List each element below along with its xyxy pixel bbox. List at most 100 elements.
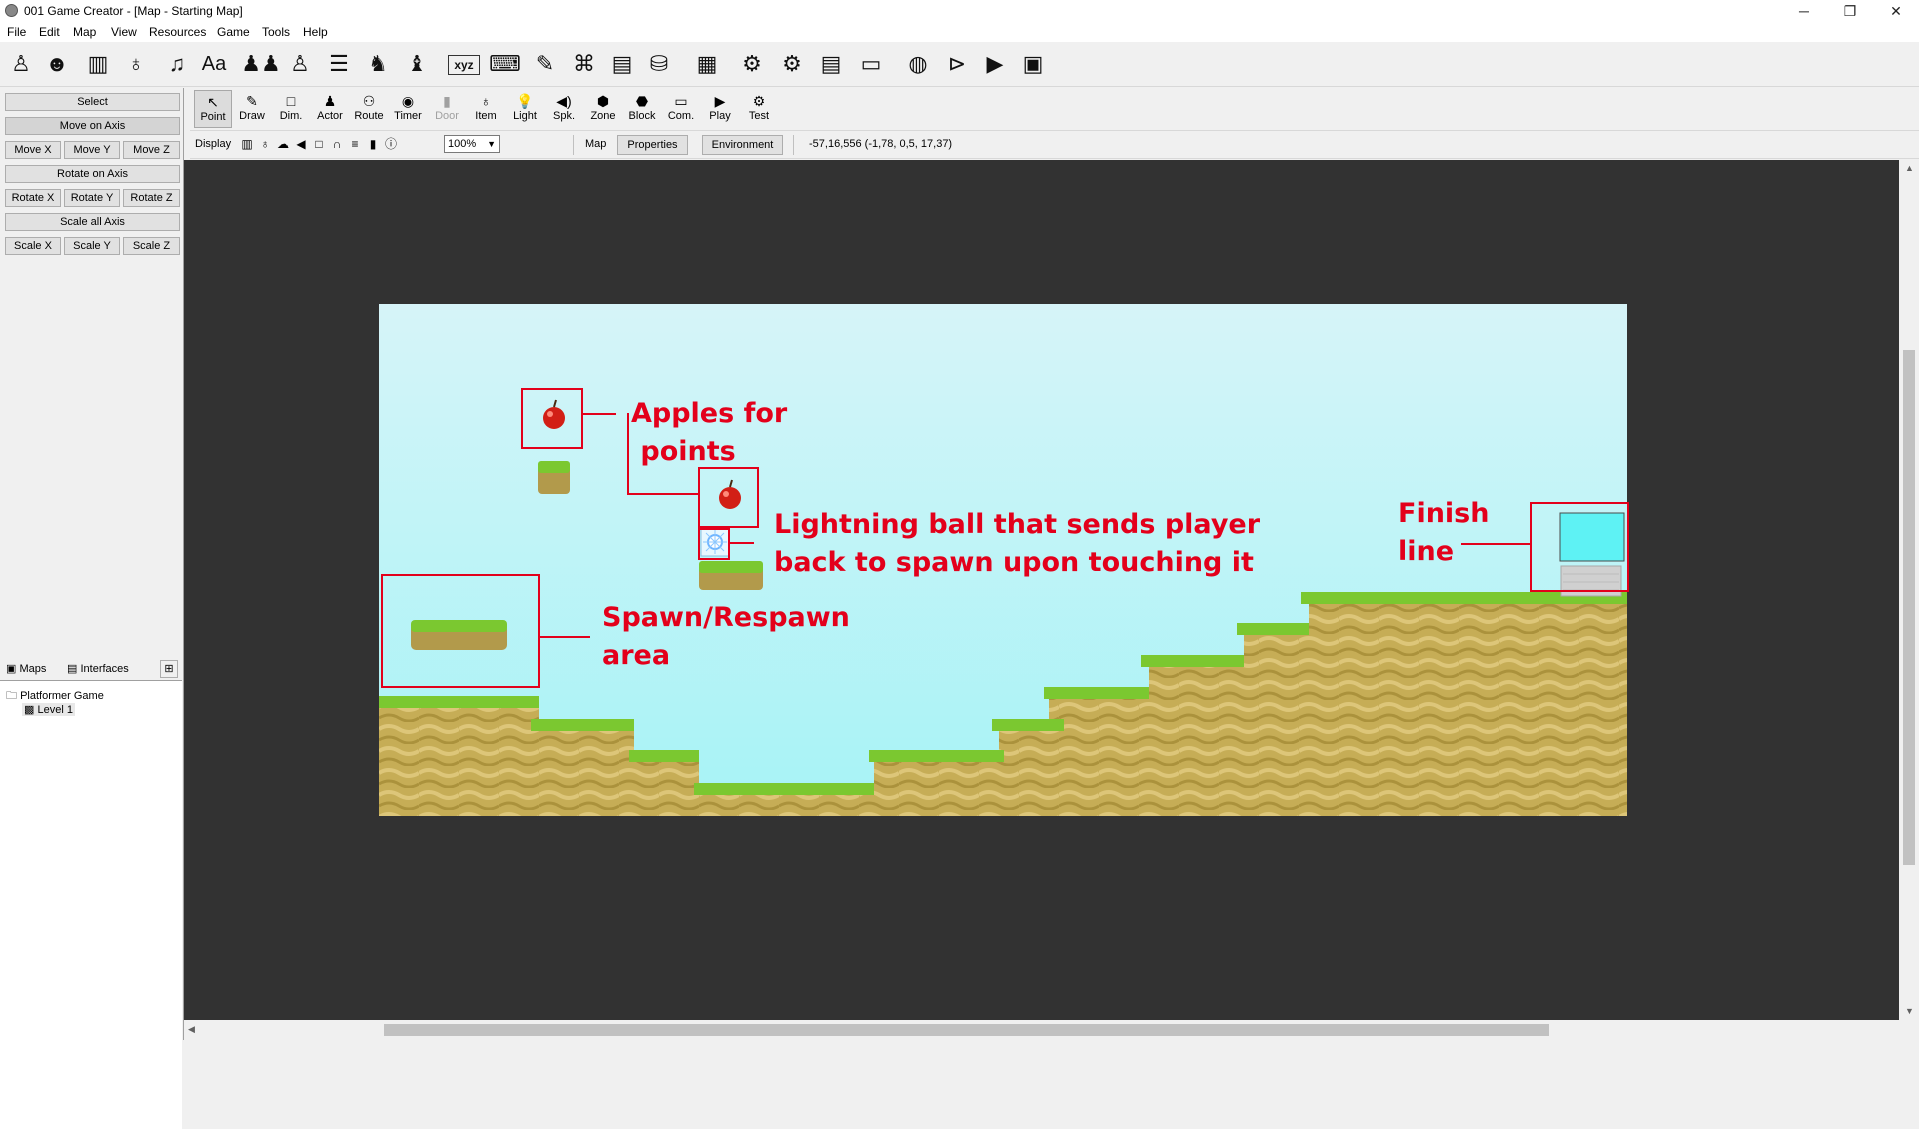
document-icon[interactable]: ▦ xyxy=(692,47,722,81)
play-media-icon[interactable]: ⊳ xyxy=(942,47,972,81)
tool-block[interactable]: ⬣ Block xyxy=(623,90,661,128)
arch-icon[interactable]: ∩ xyxy=(329,136,345,152)
sound-icon[interactable]: ◀ xyxy=(293,136,309,152)
tool-point[interactable]: ↖ Point xyxy=(194,90,232,128)
rotate-x-button[interactable]: Rotate X xyxy=(5,189,61,207)
map-viewport[interactable]: Apples for points Lightning ball that se… xyxy=(184,160,1899,1020)
menu-edit[interactable]: Edit xyxy=(39,25,60,39)
tab-maps[interactable]: ▣ Maps xyxy=(6,660,46,678)
menu-resources[interactable]: Resources xyxy=(149,25,206,39)
map-label: Map xyxy=(585,138,607,150)
tool-zone[interactable]: ⬢ Zone xyxy=(584,90,622,128)
actor-icon[interactable]: ♙ xyxy=(6,47,36,81)
tool-test[interactable]: ⚙ Test xyxy=(740,90,778,128)
rotate-y-button[interactable]: Rotate Y xyxy=(64,189,120,207)
textbox-icon[interactable]: ▭ xyxy=(856,47,886,81)
tool-draw[interactable]: ✎ Draw xyxy=(233,90,271,128)
tool-light[interactable]: 💡 Light xyxy=(506,90,544,128)
tool-timer[interactable]: ◉ Timer xyxy=(389,90,427,128)
route-icon: ⚇ xyxy=(362,93,376,109)
grid-icon[interactable]: □ xyxy=(311,136,327,152)
close-icon[interactable]: ✕ xyxy=(1873,0,1919,22)
transform-panel: Select Move on Axis Move X Move Y Move Z… xyxy=(0,88,184,1129)
menu-map[interactable]: Map xyxy=(73,25,96,39)
cloud-icon[interactable]: ☁ xyxy=(275,136,291,152)
drive-icon[interactable]: ▤ xyxy=(607,47,637,81)
export-icon[interactable]: ▶ xyxy=(980,47,1010,81)
move-x-button[interactable]: Move X xyxy=(5,141,61,159)
restore-icon[interactable]: ❐ xyxy=(1827,0,1873,22)
rotate-z-button[interactable]: Rotate Z xyxy=(123,189,180,207)
layers-icon[interactable]: ≡ xyxy=(347,136,363,152)
scale-z-button[interactable]: Scale Z xyxy=(123,237,180,255)
annotation-line xyxy=(540,636,590,638)
globe-icon[interactable]: ◍ xyxy=(903,47,933,81)
scale-y-button[interactable]: Scale Y xyxy=(64,237,120,255)
tree-item-label: Level 1 xyxy=(37,704,73,716)
block-icon: ⬣ xyxy=(635,93,649,109)
cylinder-icon[interactable]: ▮ xyxy=(365,136,381,152)
move-y-button[interactable]: Move Y xyxy=(64,141,120,159)
tool-comment[interactable]: ▭ Com. xyxy=(662,90,700,128)
select-button[interactable]: Select xyxy=(5,93,180,111)
scale-x-button[interactable]: Scale X xyxy=(5,237,61,255)
tool-route[interactable]: ⚇ Route xyxy=(350,90,388,128)
character-icon[interactable]: ☻ xyxy=(42,47,72,81)
door-icon[interactable]: ▥ xyxy=(83,47,113,81)
film-icon[interactable]: ▥ xyxy=(239,136,255,152)
font-icon[interactable]: Aa xyxy=(199,47,229,81)
tool-speaker[interactable]: ◀) Spk. xyxy=(545,90,583,128)
minimize-icon[interactable]: ─ xyxy=(1781,0,1827,22)
actor-icon: ♟ xyxy=(323,93,337,109)
tool-actor[interactable]: ♟ Actor xyxy=(311,90,349,128)
menu-help[interactable]: Help xyxy=(303,25,328,39)
menu-view[interactable]: View xyxy=(111,25,137,39)
party-icon[interactable]: ♟♟ xyxy=(241,47,280,81)
menu-game[interactable]: Game xyxy=(217,25,250,39)
vertical-scrollbar[interactable]: ▲ ▼ xyxy=(1899,160,1919,1020)
group-icon[interactable]: ♝ xyxy=(402,47,432,81)
settings-gear-icon[interactable]: ⚙ xyxy=(737,47,767,81)
monster-icon[interactable]: ♞ xyxy=(363,47,393,81)
rotate-on-axis-button[interactable]: Rotate on Axis xyxy=(5,165,180,183)
tool-item[interactable]: ♁ Item xyxy=(467,90,505,128)
move-on-axis-button[interactable]: Move on Axis xyxy=(5,117,180,135)
chevron-down-icon: ▼ xyxy=(487,139,496,149)
test-icon: ⚙ xyxy=(752,93,766,109)
tab-interfaces[interactable]: ▤ Interfaces xyxy=(67,660,129,678)
properties-button[interactable]: Properties xyxy=(617,135,688,155)
scale-all-axis-button[interactable]: Scale all Axis xyxy=(5,213,180,231)
vertical-scroll-thumb[interactable] xyxy=(1903,350,1915,865)
save-icon[interactable]: ▣ xyxy=(1018,47,1048,81)
item-bag-icon[interactable]: ♁ xyxy=(121,47,151,81)
device-icon[interactable]: ⌨ xyxy=(489,47,521,81)
move-z-button[interactable]: Move Z xyxy=(123,141,180,159)
menu-bar: File Edit Map View Resources Game Tools … xyxy=(0,22,1919,42)
person-icon[interactable]: ♙ xyxy=(285,47,315,81)
music-icon[interactable]: ♫ xyxy=(162,47,192,81)
new-map-icon[interactable]: ⊞ xyxy=(160,660,178,678)
light-toggle-icon[interactable]: ♁ xyxy=(257,136,273,152)
display-label: Display xyxy=(195,138,232,150)
tool-dim[interactable]: □ Dim. xyxy=(272,90,310,128)
menu-tools[interactable]: Tools xyxy=(262,25,290,39)
variables-icon[interactable]: xyz xyxy=(448,55,480,75)
script-icon[interactable]: ✎ xyxy=(530,47,560,81)
tree-item-level-1[interactable]: ▩ Level 1 xyxy=(22,703,75,716)
database-icon[interactable]: ⛁ xyxy=(644,47,674,81)
zoom-select[interactable]: 100% ▼ xyxy=(444,135,500,153)
controller-icon[interactable]: ⌘ xyxy=(569,47,599,81)
info-icon[interactable]: ⓘ xyxy=(383,136,399,152)
list-icon[interactable]: ☰ xyxy=(324,47,354,81)
horizontal-scroll-thumb[interactable] xyxy=(384,1024,1549,1036)
text-list-icon[interactable]: ▤ xyxy=(816,47,846,81)
environment-button[interactable]: Environment xyxy=(702,135,783,155)
advanced-gear-icon[interactable]: ⚙ xyxy=(777,47,807,81)
tool-play[interactable]: ▶ Play xyxy=(701,90,739,128)
menu-file[interactable]: File xyxy=(7,25,26,39)
scroll-up-icon[interactable]: ▲ xyxy=(1905,163,1914,173)
item-icon: ♁ xyxy=(480,93,492,109)
scroll-left-icon[interactable]: ◀ xyxy=(188,1024,195,1035)
scroll-down-icon[interactable]: ▼ xyxy=(1905,1006,1914,1016)
horizontal-scrollbar[interactable]: ◀ xyxy=(184,1020,1899,1040)
